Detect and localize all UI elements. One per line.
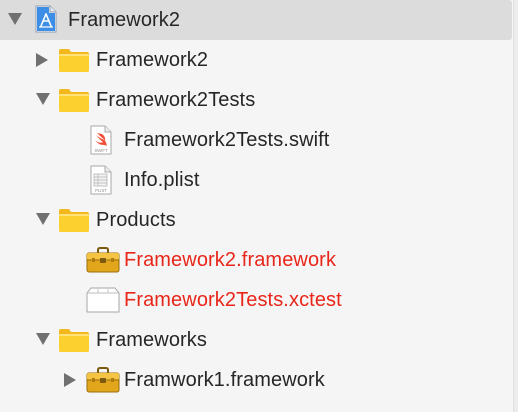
disclosure-collapsed-icon[interactable] <box>34 40 52 80</box>
framework-toolbox-icon <box>86 240 122 280</box>
navigator-item-label: Framework2Tests <box>96 89 256 111</box>
navigator-row-project[interactable]: Framework2 <box>0 0 512 40</box>
navigator-item-label: Framework2 <box>68 9 181 31</box>
file-type-badge: SWIFT <box>94 148 107 153</box>
navigator-item-label: Framework2 <box>96 49 209 71</box>
navigator-item-label: Framwork1.framework <box>124 369 325 391</box>
disclosure-expanded-icon[interactable] <box>6 0 24 40</box>
navigator-row-folder[interactable]: Framework2Tests <box>0 80 512 120</box>
navigator-item-label: Frameworks <box>96 329 208 351</box>
navigator-row-folder[interactable]: Framework2 <box>0 40 512 80</box>
folder-icon <box>58 320 94 360</box>
project-navigator: Framework2 Framework2 Framework2Tests SW… <box>0 0 518 412</box>
navigator-row-file[interactable]: PLIST Info.plist <box>0 160 512 200</box>
folder-icon <box>58 40 94 80</box>
folder-icon <box>58 200 94 240</box>
navigator-row-product[interactable]: Framework2.framework <box>0 240 512 280</box>
navigator-item-label: Info.plist <box>124 169 200 191</box>
navigator-item-label: Framework2Tests.xctest <box>124 289 342 311</box>
navigator-row-folder[interactable]: Products <box>0 200 512 240</box>
navigator-row-product[interactable]: Framework2Tests.xctest <box>0 280 512 320</box>
disclosure-expanded-icon[interactable] <box>34 320 52 360</box>
disclosure-expanded-icon[interactable] <box>34 200 52 240</box>
framework-toolbox-icon <box>86 360 122 400</box>
xcode-project-icon <box>34 0 70 40</box>
navigator-row-file[interactable]: SWIFT Framework2Tests.swift <box>0 120 512 160</box>
navigator-item-label: Framework2.framework <box>124 249 337 271</box>
plist-file-icon: PLIST <box>88 160 124 200</box>
xctest-bundle-icon <box>86 280 122 320</box>
navigator-item-label: Framework2Tests.swift <box>124 129 330 151</box>
folder-icon <box>58 80 94 120</box>
navigator-row-product[interactable]: Framwork1.framework <box>0 360 512 400</box>
navigator-row-folder[interactable]: Frameworks <box>0 320 512 360</box>
scrollbar-track[interactable] <box>513 0 518 412</box>
navigator-item-label: Products <box>96 209 176 231</box>
disclosure-expanded-icon[interactable] <box>34 80 52 120</box>
disclosure-collapsed-icon[interactable] <box>62 360 80 400</box>
file-type-badge: PLIST <box>95 188 107 193</box>
swift-file-icon: SWIFT <box>88 120 124 160</box>
